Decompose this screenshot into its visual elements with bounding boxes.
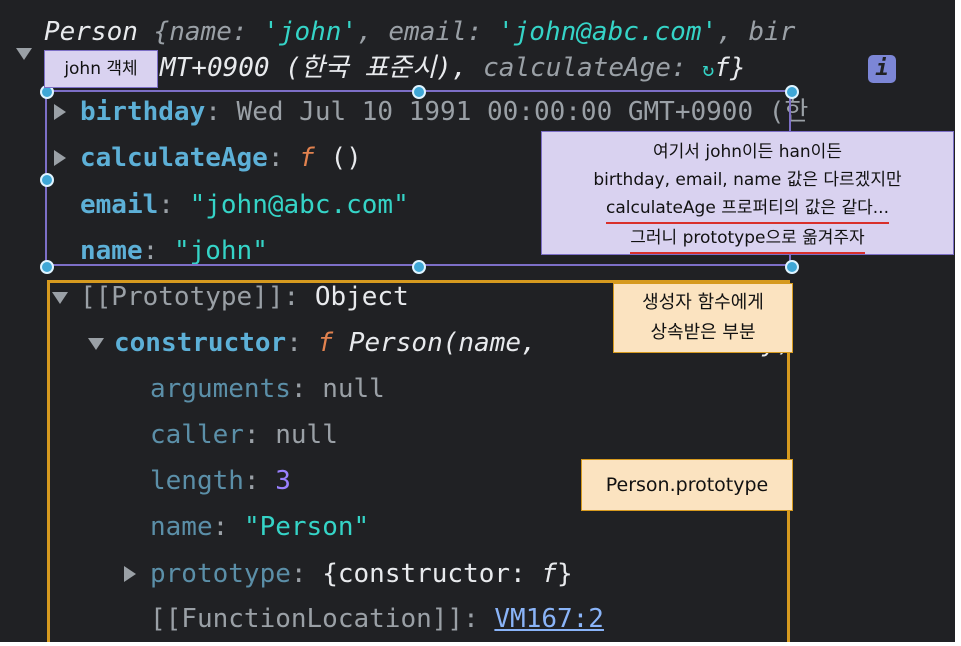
john-object-label: john 객체 [44, 50, 158, 88]
object-summary-continued: MT+0900 (한국 표준시), calculateAge: ↻f} [160, 52, 746, 85]
info-icon[interactable]: i [868, 55, 896, 83]
summary-date-tail: MT+0900 (한국 표준시), [160, 53, 484, 83]
explanation-note: 여기서 john이든 han이든 birthday, email, name 값… [541, 131, 954, 255]
class-name: Person [44, 17, 138, 47]
summary-close: } [729, 53, 746, 83]
summary-value-email: 'john@abc.com' [498, 17, 718, 47]
summary-colon: : [670, 53, 703, 83]
summary-key-email: email [388, 17, 467, 47]
summary-value-name: 'john' [263, 17, 358, 47]
explanation-line-1: 여기서 john이든 han이든 [653, 142, 842, 162]
inherited-note: 생성자 함수에게 상속받은 부분 [613, 283, 793, 353]
devtools-console: Person {name: 'john', email: 'john@abc.c… [0, 0, 955, 642]
summary-key-calculateAge: calculateAge [483, 53, 671, 83]
explanation-line-4: 그러니 prototype으로 옮겨주자 [630, 224, 865, 254]
inherited-line-1: 생성자 함수에게 [642, 292, 764, 313]
resize-handle[interactable] [785, 260, 799, 274]
refresh-icon: ↻ [702, 57, 715, 81]
resize-handle[interactable] [785, 85, 799, 99]
resize-handle[interactable] [412, 85, 426, 99]
resize-handle[interactable] [412, 260, 426, 274]
explanation-line-3: calculateAge 프로퍼티의 값은 같다... [606, 194, 889, 224]
summary-key-birthday: bir [748, 17, 796, 47]
inherited-line-2: 상속받은 부분 [650, 322, 756, 343]
brace: { [137, 17, 170, 47]
person-prototype-label: Person.prototype [581, 459, 793, 511]
summary-key-name: name [169, 17, 232, 47]
explanation-line-2: birthday, email, name 값은 다르겠지만 [593, 170, 902, 190]
resize-handle[interactable] [40, 173, 54, 187]
object-summary[interactable]: Person {name: 'john', email: 'john@abc.c… [44, 16, 795, 48]
summary-f: f [714, 53, 730, 83]
expand-object-triangle-icon[interactable] [16, 48, 32, 60]
resize-handle[interactable] [40, 260, 54, 274]
